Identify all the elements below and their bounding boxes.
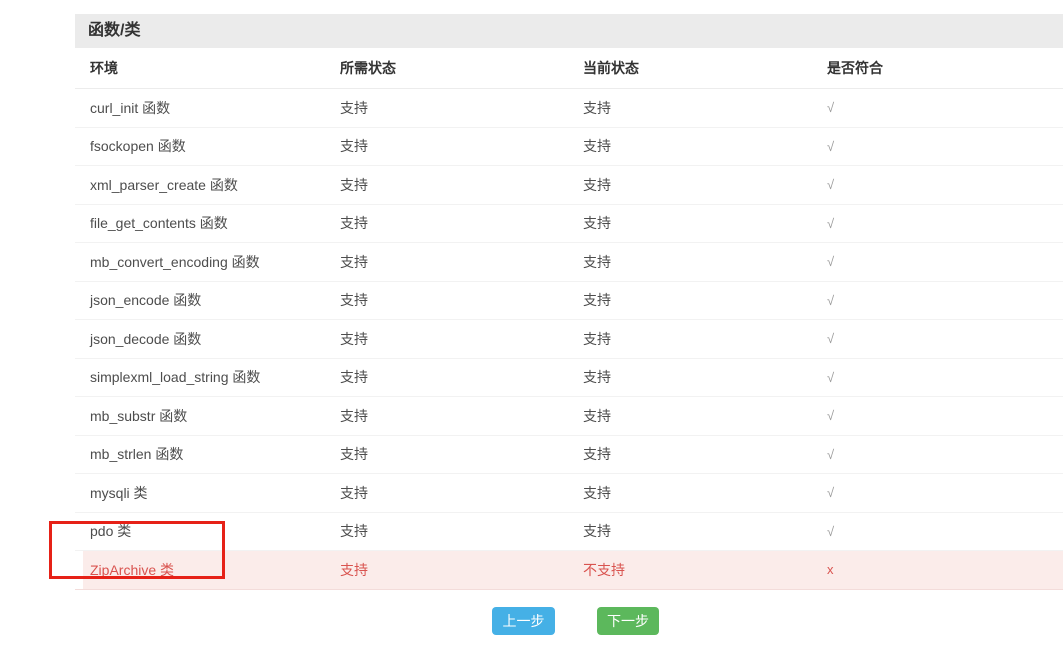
env-name: curl_init 函数	[90, 99, 171, 116]
table-row: fsockopen 函数 支持 支持 √	[75, 128, 1063, 166]
current-status: 支持	[583, 407, 611, 424]
required-status: 支持	[340, 561, 368, 578]
current-status: 支持	[583, 330, 611, 347]
section-title: 函数/类	[75, 14, 1063, 48]
env-name: file_get_contents 函数	[90, 215, 228, 232]
table-row: simplexml_load_string 函数 支持 支持 √	[75, 359, 1063, 397]
env-name: ZipArchive 类	[90, 561, 175, 578]
table-row: mb_substr 函数 支持 支持 √	[75, 397, 1063, 436]
current-status: 支持	[583, 138, 611, 155]
table-row: file_get_contents 函数 支持 支持 √	[75, 205, 1063, 243]
current-status: 支持	[583, 215, 611, 232]
required-status: 支持	[340, 138, 368, 155]
table-row: mysqli 类 支持 支持 √	[75, 474, 1063, 513]
required-status: 支持	[340, 330, 368, 347]
required-status: 支持	[340, 369, 368, 386]
current-status: 支持	[583, 484, 611, 501]
env-name: json_encode 函数	[90, 292, 202, 309]
compliance-mark: √	[827, 254, 835, 270]
required-status: 支持	[340, 484, 368, 501]
compliance-mark: √	[827, 369, 835, 385]
table-row: json_encode 函数 支持 支持 √	[75, 282, 1063, 320]
compliance-mark: √	[827, 408, 835, 424]
current-status: 不支持	[583, 561, 625, 578]
current-status: 支持	[583, 99, 611, 116]
compliance-mark: x	[827, 562, 834, 578]
current-status: 支持	[583, 523, 611, 540]
compliance-mark: √	[827, 177, 835, 193]
env-name: xml_parser_create 函数	[90, 176, 238, 193]
env-table: 环境 所需状态 当前状态 是否符合 curl_init 函数 支持 支持 √ f…	[75, 48, 1063, 590]
compliance-mark: √	[827, 100, 835, 116]
compliance-mark: √	[827, 523, 835, 539]
required-status: 支持	[340, 176, 368, 193]
compliance-mark: √	[827, 292, 835, 308]
env-name: json_decode 函数	[90, 330, 202, 347]
env-check-panel: 函数/类 环境 所需状态 当前状态 是否符合 curl_init 函数 支持 支…	[75, 14, 1063, 590]
required-status: 支持	[340, 523, 368, 540]
env-name: mb_convert_encoding 函数	[90, 253, 260, 270]
prev-step-button[interactable]: 上一步	[492, 607, 555, 635]
column-header-required-status: 所需状态	[340, 60, 396, 76]
table-row: curl_init 函数 支持 支持 √	[75, 89, 1063, 128]
table-row: mb_strlen 函数 支持 支持 √	[75, 436, 1063, 474]
env-name: pdo 类	[90, 523, 132, 540]
table-row: xml_parser_create 函数 支持 支持 √	[75, 166, 1063, 205]
current-status: 支持	[583, 292, 611, 309]
env-name: mb_substr 函数	[90, 407, 188, 424]
table-row: json_decode 函数 支持 支持 √	[75, 320, 1063, 359]
table-row: mb_convert_encoding 函数 支持 支持 √	[75, 243, 1063, 282]
current-status: 支持	[583, 176, 611, 193]
required-status: 支持	[340, 99, 368, 116]
current-status: 支持	[583, 369, 611, 386]
current-status: 支持	[583, 446, 611, 463]
required-status: 支持	[340, 407, 368, 424]
column-header-current-status: 当前状态	[583, 60, 639, 76]
compliance-mark: √	[827, 485, 835, 501]
env-name: mysqli 类	[90, 484, 148, 501]
next-step-button[interactable]: 下一步	[597, 607, 659, 635]
column-header-environment: 环境	[90, 60, 118, 76]
table-row: ZipArchive 类 支持 不支持 x	[75, 551, 1063, 590]
compliance-mark: √	[827, 446, 835, 462]
env-name: fsockopen 函数	[90, 138, 186, 155]
table-row: pdo 类 支持 支持 √	[75, 513, 1063, 551]
required-status: 支持	[340, 292, 368, 309]
table-body: curl_init 函数 支持 支持 √ fsockopen 函数 支持 支持 …	[75, 89, 1063, 590]
required-status: 支持	[340, 215, 368, 232]
table-header-row: 环境 所需状态 当前状态 是否符合	[75, 48, 1063, 89]
column-header-compliance: 是否符合	[827, 60, 883, 76]
required-status: 支持	[340, 446, 368, 463]
env-name: simplexml_load_string 函数	[90, 369, 261, 386]
current-status: 支持	[583, 253, 611, 270]
install-check-page: { "section": { "title": "函数/类" }, "table…	[0, 0, 1063, 651]
required-status: 支持	[340, 253, 368, 270]
compliance-mark: √	[827, 138, 835, 154]
env-name: mb_strlen 函数	[90, 446, 184, 463]
compliance-mark: √	[827, 215, 835, 231]
compliance-mark: √	[827, 331, 835, 347]
